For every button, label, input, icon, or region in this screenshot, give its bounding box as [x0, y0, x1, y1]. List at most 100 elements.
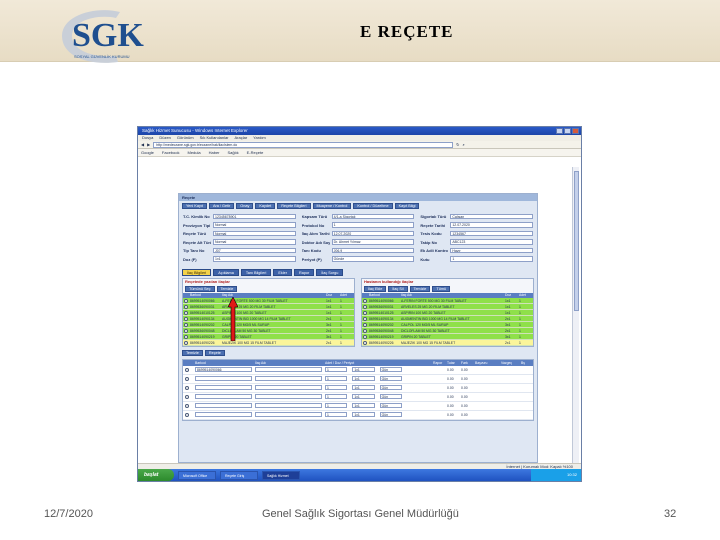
- tab-0[interactable]: İlaç Bilgileri: [182, 268, 212, 276]
- address-input[interactable]: http://medeczane.sgk.gov.tr/eczane/hak/i…: [153, 141, 454, 148]
- top-button[interactable]: Kaydet: [255, 203, 276, 209]
- row-radio[interactable]: [363, 298, 367, 303]
- entry-periyot-input[interactable]: Gün: [379, 385, 402, 390]
- forward-icon[interactable]: ▶: [147, 142, 150, 147]
- row-radio[interactable]: [184, 322, 188, 327]
- menu-item[interactable]: Sık Kullanılanlar: [200, 135, 229, 141]
- barcode-input[interactable]: [195, 385, 252, 390]
- form-input[interactable]: Dr. Ahmet Yılmaz: [331, 239, 415, 245]
- row-radio[interactable]: [184, 334, 188, 339]
- tab-5[interactable]: İlaç Sorgu: [316, 268, 344, 276]
- entry-adet-input[interactable]: 1: [325, 376, 348, 381]
- form-input[interactable]: 12.07.2020: [331, 230, 415, 237]
- entry-adet-input[interactable]: 1: [325, 403, 348, 408]
- favorite-link[interactable]: Facebook: [162, 150, 180, 155]
- barcode-input[interactable]: [195, 403, 252, 408]
- menu-item[interactable]: Görünüm: [177, 135, 194, 141]
- favorite-link[interactable]: Sağlık: [228, 150, 239, 155]
- row-radio[interactable]: [363, 304, 367, 309]
- drug-name-input[interactable]: [255, 403, 322, 408]
- favorite-link[interactable]: Haber: [209, 150, 220, 155]
- drug-name-input[interactable]: [255, 367, 322, 372]
- entry-radio[interactable]: [185, 377, 189, 381]
- form-input[interactable]: 4/1-a Sigortalı: [331, 213, 415, 220]
- top-button[interactable]: Kayıt Bilgi: [394, 203, 420, 209]
- entry-doz-input[interactable]: 1x1: [352, 412, 375, 417]
- top-button[interactable]: Kontrol / Düzeltme: [353, 203, 393, 209]
- drug-row[interactable]: 8699514090226 MAJEZIK 100 MG 15 FILM TABL…: [183, 339, 354, 346]
- entry-adet-input[interactable]: 1: [325, 412, 348, 417]
- row-radio[interactable]: [363, 328, 367, 333]
- form-input[interactable]: 1: [450, 256, 533, 262]
- list-button[interactable]: Temizle: [409, 285, 431, 292]
- row-radio[interactable]: [363, 322, 367, 327]
- row-radio[interactable]: [184, 328, 188, 333]
- form-input[interactable]: Hayır: [450, 247, 533, 254]
- drug-name-input[interactable]: [255, 385, 322, 390]
- row-radio[interactable]: [184, 304, 188, 309]
- search-icon[interactable]: ⌕: [463, 142, 465, 147]
- start-button[interactable]: başlat: [138, 469, 174, 481]
- entry-adet-input[interactable]: 1: [325, 385, 348, 390]
- taskbar-task[interactable]: Microsoft Office: [178, 470, 216, 480]
- tab-1[interactable]: Açıklama: [213, 268, 239, 276]
- top-button[interactable]: Onay: [236, 203, 254, 209]
- form-input[interactable]: Çalışan: [450, 213, 533, 220]
- taskbar-task[interactable]: Sağlık Hizmet: [262, 470, 300, 480]
- entry-radio[interactable]: [185, 386, 189, 390]
- entry-adet-input[interactable]: 1: [325, 367, 348, 372]
- row-radio[interactable]: [184, 340, 188, 345]
- drug-row[interactable]: 8699514090226 MAJEZIK 100 MG 15 FILM TABL…: [362, 339, 533, 346]
- entry-radio[interactable]: [185, 413, 189, 417]
- form-input[interactable]: 12345678901: [213, 213, 296, 220]
- favorite-link[interactable]: E-Reçete: [247, 150, 264, 155]
- entry-periyot-input[interactable]: Gün: [379, 376, 402, 381]
- barcode-input[interactable]: [195, 376, 252, 381]
- entry-periyot-input[interactable]: Gün: [379, 412, 402, 417]
- row-radio[interactable]: [363, 340, 367, 345]
- form-input[interactable]: 1x1: [213, 256, 296, 262]
- drug-name-input[interactable]: [255, 394, 322, 399]
- tab-3[interactable]: Ekler: [273, 268, 292, 276]
- entry-doz-input[interactable]: 1x1: [352, 385, 375, 390]
- top-button[interactable]: Muayene / Kontrol: [312, 203, 352, 209]
- row-radio[interactable]: [363, 334, 367, 339]
- top-button[interactable]: Yeni Kayıt: [182, 203, 207, 209]
- form-input[interactable]: 1: [331, 222, 415, 228]
- entry-doz-input[interactable]: 1x1: [352, 367, 375, 372]
- top-button[interactable]: Ara / Getir: [208, 203, 235, 209]
- favorite-link[interactable]: Medula: [187, 150, 200, 155]
- row-radio[interactable]: [184, 298, 188, 303]
- tab-2[interactable]: Tanı Bilgileri: [240, 268, 272, 276]
- drug-name-input[interactable]: [255, 376, 322, 381]
- tab-4[interactable]: Rapor: [293, 268, 315, 276]
- menu-item[interactable]: Dosya: [142, 135, 153, 141]
- barcode-input[interactable]: [195, 412, 252, 417]
- barcode-input[interactable]: [195, 394, 252, 399]
- scroll-thumb[interactable]: [574, 171, 579, 311]
- vertical-scrollbar[interactable]: [572, 167, 579, 467]
- row-radio[interactable]: [363, 310, 367, 315]
- form-input[interactable]: 1234567: [450, 230, 533, 237]
- barcode-input[interactable]: 8699514090066: [195, 367, 252, 372]
- minimize-button[interactable]: [556, 128, 563, 134]
- entry-radio[interactable]: [185, 395, 189, 399]
- entry-periyot-input[interactable]: Gün: [379, 403, 402, 408]
- list-button[interactable]: Tümünü Seç: [185, 285, 215, 292]
- row-radio[interactable]: [184, 310, 188, 315]
- entry-doz-input[interactable]: 1x1: [352, 394, 375, 399]
- form-input[interactable]: Günde: [331, 256, 415, 262]
- taskbar-task[interactable]: Reçete Giriş: [220, 470, 258, 480]
- form-input[interactable]: J07: [213, 247, 296, 254]
- maximize-button[interactable]: [564, 128, 571, 134]
- entry-doz-input[interactable]: 1x1: [352, 376, 375, 381]
- menu-item[interactable]: Düzen: [159, 135, 171, 141]
- menu-item[interactable]: Yardım: [253, 135, 266, 141]
- entry-doz-input[interactable]: 1x1: [352, 403, 375, 408]
- close-button[interactable]: [572, 128, 579, 134]
- form-input[interactable]: Normal: [213, 230, 296, 237]
- row-radio[interactable]: [184, 316, 188, 321]
- favorite-link[interactable]: Google: [141, 150, 154, 155]
- row-radio[interactable]: [363, 316, 367, 321]
- list-button[interactable]: İlaç Sil: [388, 285, 408, 292]
